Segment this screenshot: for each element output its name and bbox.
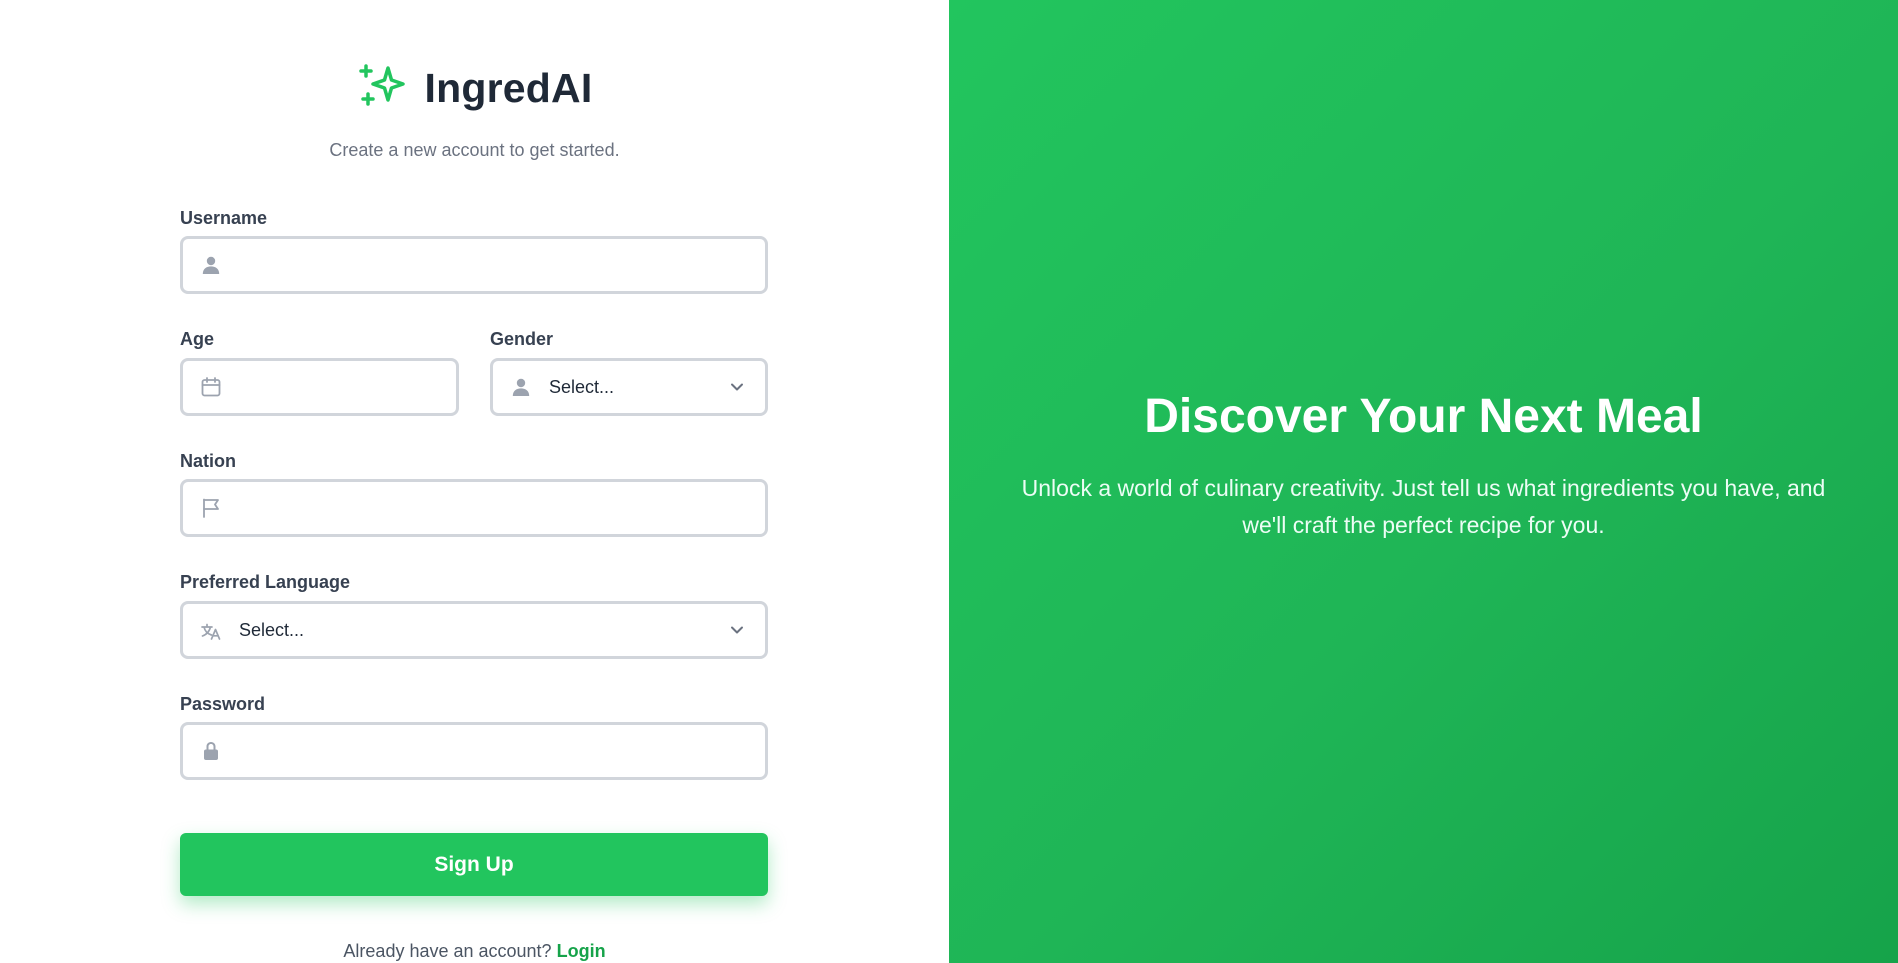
sparkle-icon [357,60,409,117]
age-field[interactable] [180,358,467,416]
signup-panel: IngredAI Create a new account to get sta… [0,0,949,963]
sign-up-button[interactable]: Sign Up [180,833,768,896]
nation-input[interactable] [235,482,765,534]
lock-icon [199,739,223,763]
age-label: Age [180,329,215,349]
login-link[interactable]: Login [557,941,606,961]
user-icon [199,253,223,277]
password-field[interactable] [180,722,768,780]
age-input[interactable] [235,361,467,413]
username-input[interactable] [235,239,765,291]
gender-select[interactable]: Select... [490,358,768,416]
username-label: Username [180,208,268,228]
password-label: Password [180,694,266,714]
login-prompt-text: Already have an account? [343,941,552,961]
calendar-icon [199,375,223,399]
language-select[interactable]: Select... [180,601,768,659]
username-field[interactable] [180,236,768,294]
nation-label: Nation [180,451,236,471]
brand: IngredAI [0,60,949,117]
hero-description: Unlock a world of culinary creativity. J… [1021,475,1826,538]
nation-field[interactable] [180,479,768,537]
translate-icon [199,618,223,642]
gender-label: Gender [490,329,554,349]
login-prompt: Already have an account? Login [0,941,949,962]
user-icon [509,375,533,399]
chevron-down-icon [731,383,743,391]
language-label: Preferred Language [180,572,351,592]
hero-panel: Discover Your Next Meal Unlock a world o… [949,0,1898,963]
chevron-down-icon [731,626,743,634]
password-input[interactable] [235,725,765,777]
flag-icon [199,496,223,520]
brand-name: IngredAI [424,65,593,111]
hero-title: Discover Your Next Meal [1144,390,1703,443]
gender-selected-value: Select... [549,376,615,397]
page-subtitle: Create a new account to get started. [329,140,620,160]
language-selected-value: Select... [239,619,305,640]
